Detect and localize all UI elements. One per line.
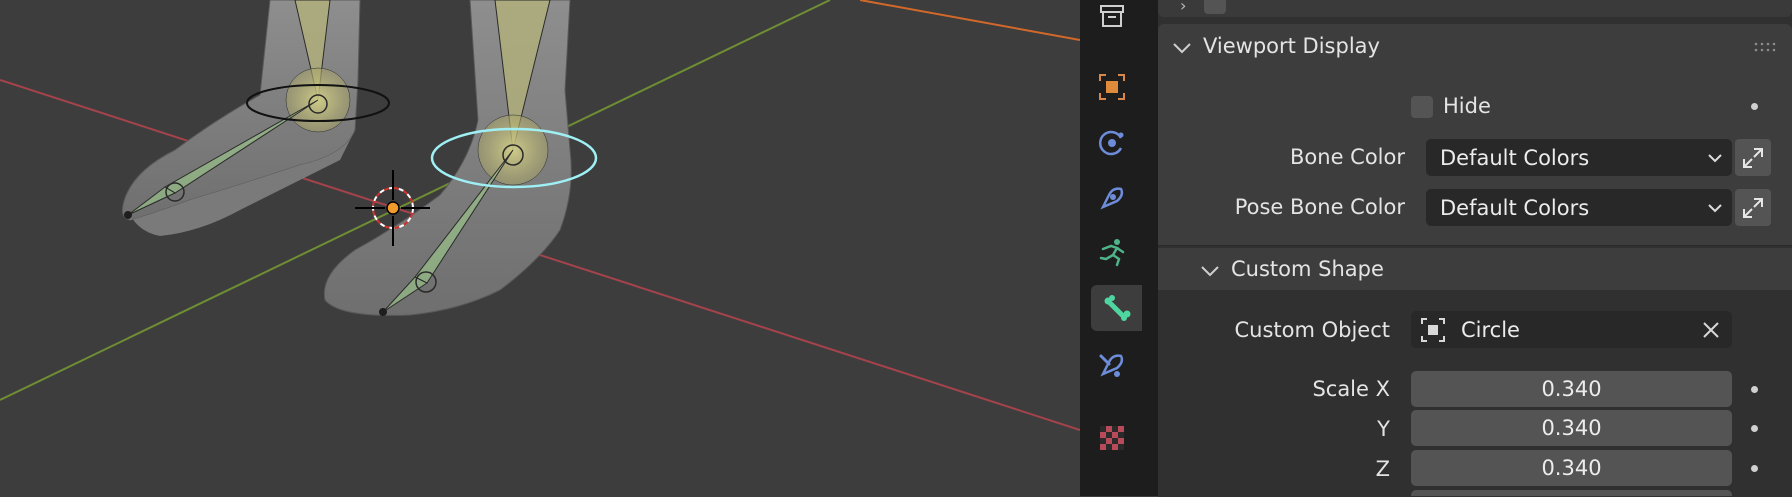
viewport-scene [0,0,1080,431]
hide-label: Hide [1443,94,1491,118]
scale-y-value: 0.340 [1541,416,1602,440]
tab-physics[interactable] [1091,120,1133,166]
scale-x-value: 0.340 [1541,377,1602,401]
bone-color-copy-button[interactable] [1735,139,1771,176]
object-icon [1421,318,1445,342]
tab-bone[interactable] [1091,285,1142,331]
pose-bone-color-label: Pose Bone Color [1234,195,1405,219]
custom-object-label: Custom Object [1234,318,1390,342]
collapsed-panel-top[interactable]: › [1158,0,1792,17]
custom-object-field[interactable]: Circle [1411,311,1732,348]
custom-object-value: Circle [1461,317,1520,342]
bone-constraint-icon [1099,354,1124,377]
scale-z-keyframe-dot[interactable] [1751,465,1758,472]
viewport-display-header[interactable]: Viewport Display [1158,24,1792,70]
pose-bone-color-value: Default Colors [1440,195,1590,220]
object-icon [1099,74,1125,100]
orange-axis-line [859,0,1080,41]
chevron-down-icon [1201,266,1219,277]
scale-x-label: Scale X [1312,377,1390,401]
scale-z-value: 0.340 [1541,456,1602,480]
scale-y-field[interactable]: 0.340 [1411,410,1732,446]
tab-divider [1142,0,1158,496]
properties-tab-bar [1080,0,1142,496]
bone-color-value: Default Colors [1440,145,1590,170]
scale-x-field[interactable]: 0.340 [1411,371,1732,407]
hide-keyframe-dot[interactable] [1751,103,1758,110]
pose-bone-color-copy-button[interactable] [1735,189,1771,226]
tab-bone-constraints[interactable] [1091,342,1133,388]
scale-z-field[interactable]: 0.340 [1411,450,1732,486]
pose-running-icon [1099,239,1125,267]
constraint-icon [1100,187,1124,210]
scale-x-keyframe-dot[interactable] [1751,386,1758,393]
drag-handle-icon[interactable] [1754,41,1778,53]
custom-shape-title: Custom Shape [1231,257,1384,281]
tab-object[interactable] [1091,64,1133,110]
next-field-partial[interactable] [1411,490,1732,496]
tab-constraints[interactable] [1091,175,1133,221]
bone-icon [1104,295,1130,321]
copy-to-selected-icon [1743,197,1763,218]
chevron-right-icon: › [1180,0,1187,15]
physics-orbit-icon [1098,130,1124,156]
chevron-down-icon [1173,43,1191,54]
archive-icon [1100,5,1124,27]
custom-shape-header[interactable]: Custom Shape [1158,248,1792,290]
bone-color-dropdown[interactable]: Default Colors [1426,139,1732,176]
tab-archive[interactable] [1091,0,1133,38]
panel-checkbox[interactable] [1204,0,1226,14]
copy-to-selected-icon [1743,147,1763,168]
tab-pose[interactable] [1091,229,1133,275]
texture-checker-icon [1100,426,1124,450]
pose-bone-color-dropdown[interactable]: Default Colors [1426,189,1732,226]
dropdown-arrow-icon [1708,154,1722,163]
bone-color-label: Bone Color [1290,145,1405,169]
tab-texture[interactable] [1091,415,1133,461]
hide-checkbox[interactable] [1411,96,1433,118]
viewport-display-title: Viewport Display [1203,34,1380,58]
scale-y-keyframe-dot[interactable] [1751,425,1758,432]
dropdown-arrow-icon [1708,204,1722,213]
close-icon[interactable] [1702,321,1720,339]
scale-y-label: Y [1377,417,1390,441]
scale-z-label: Z [1375,457,1390,481]
3d-viewport[interactable] [0,0,1080,496]
